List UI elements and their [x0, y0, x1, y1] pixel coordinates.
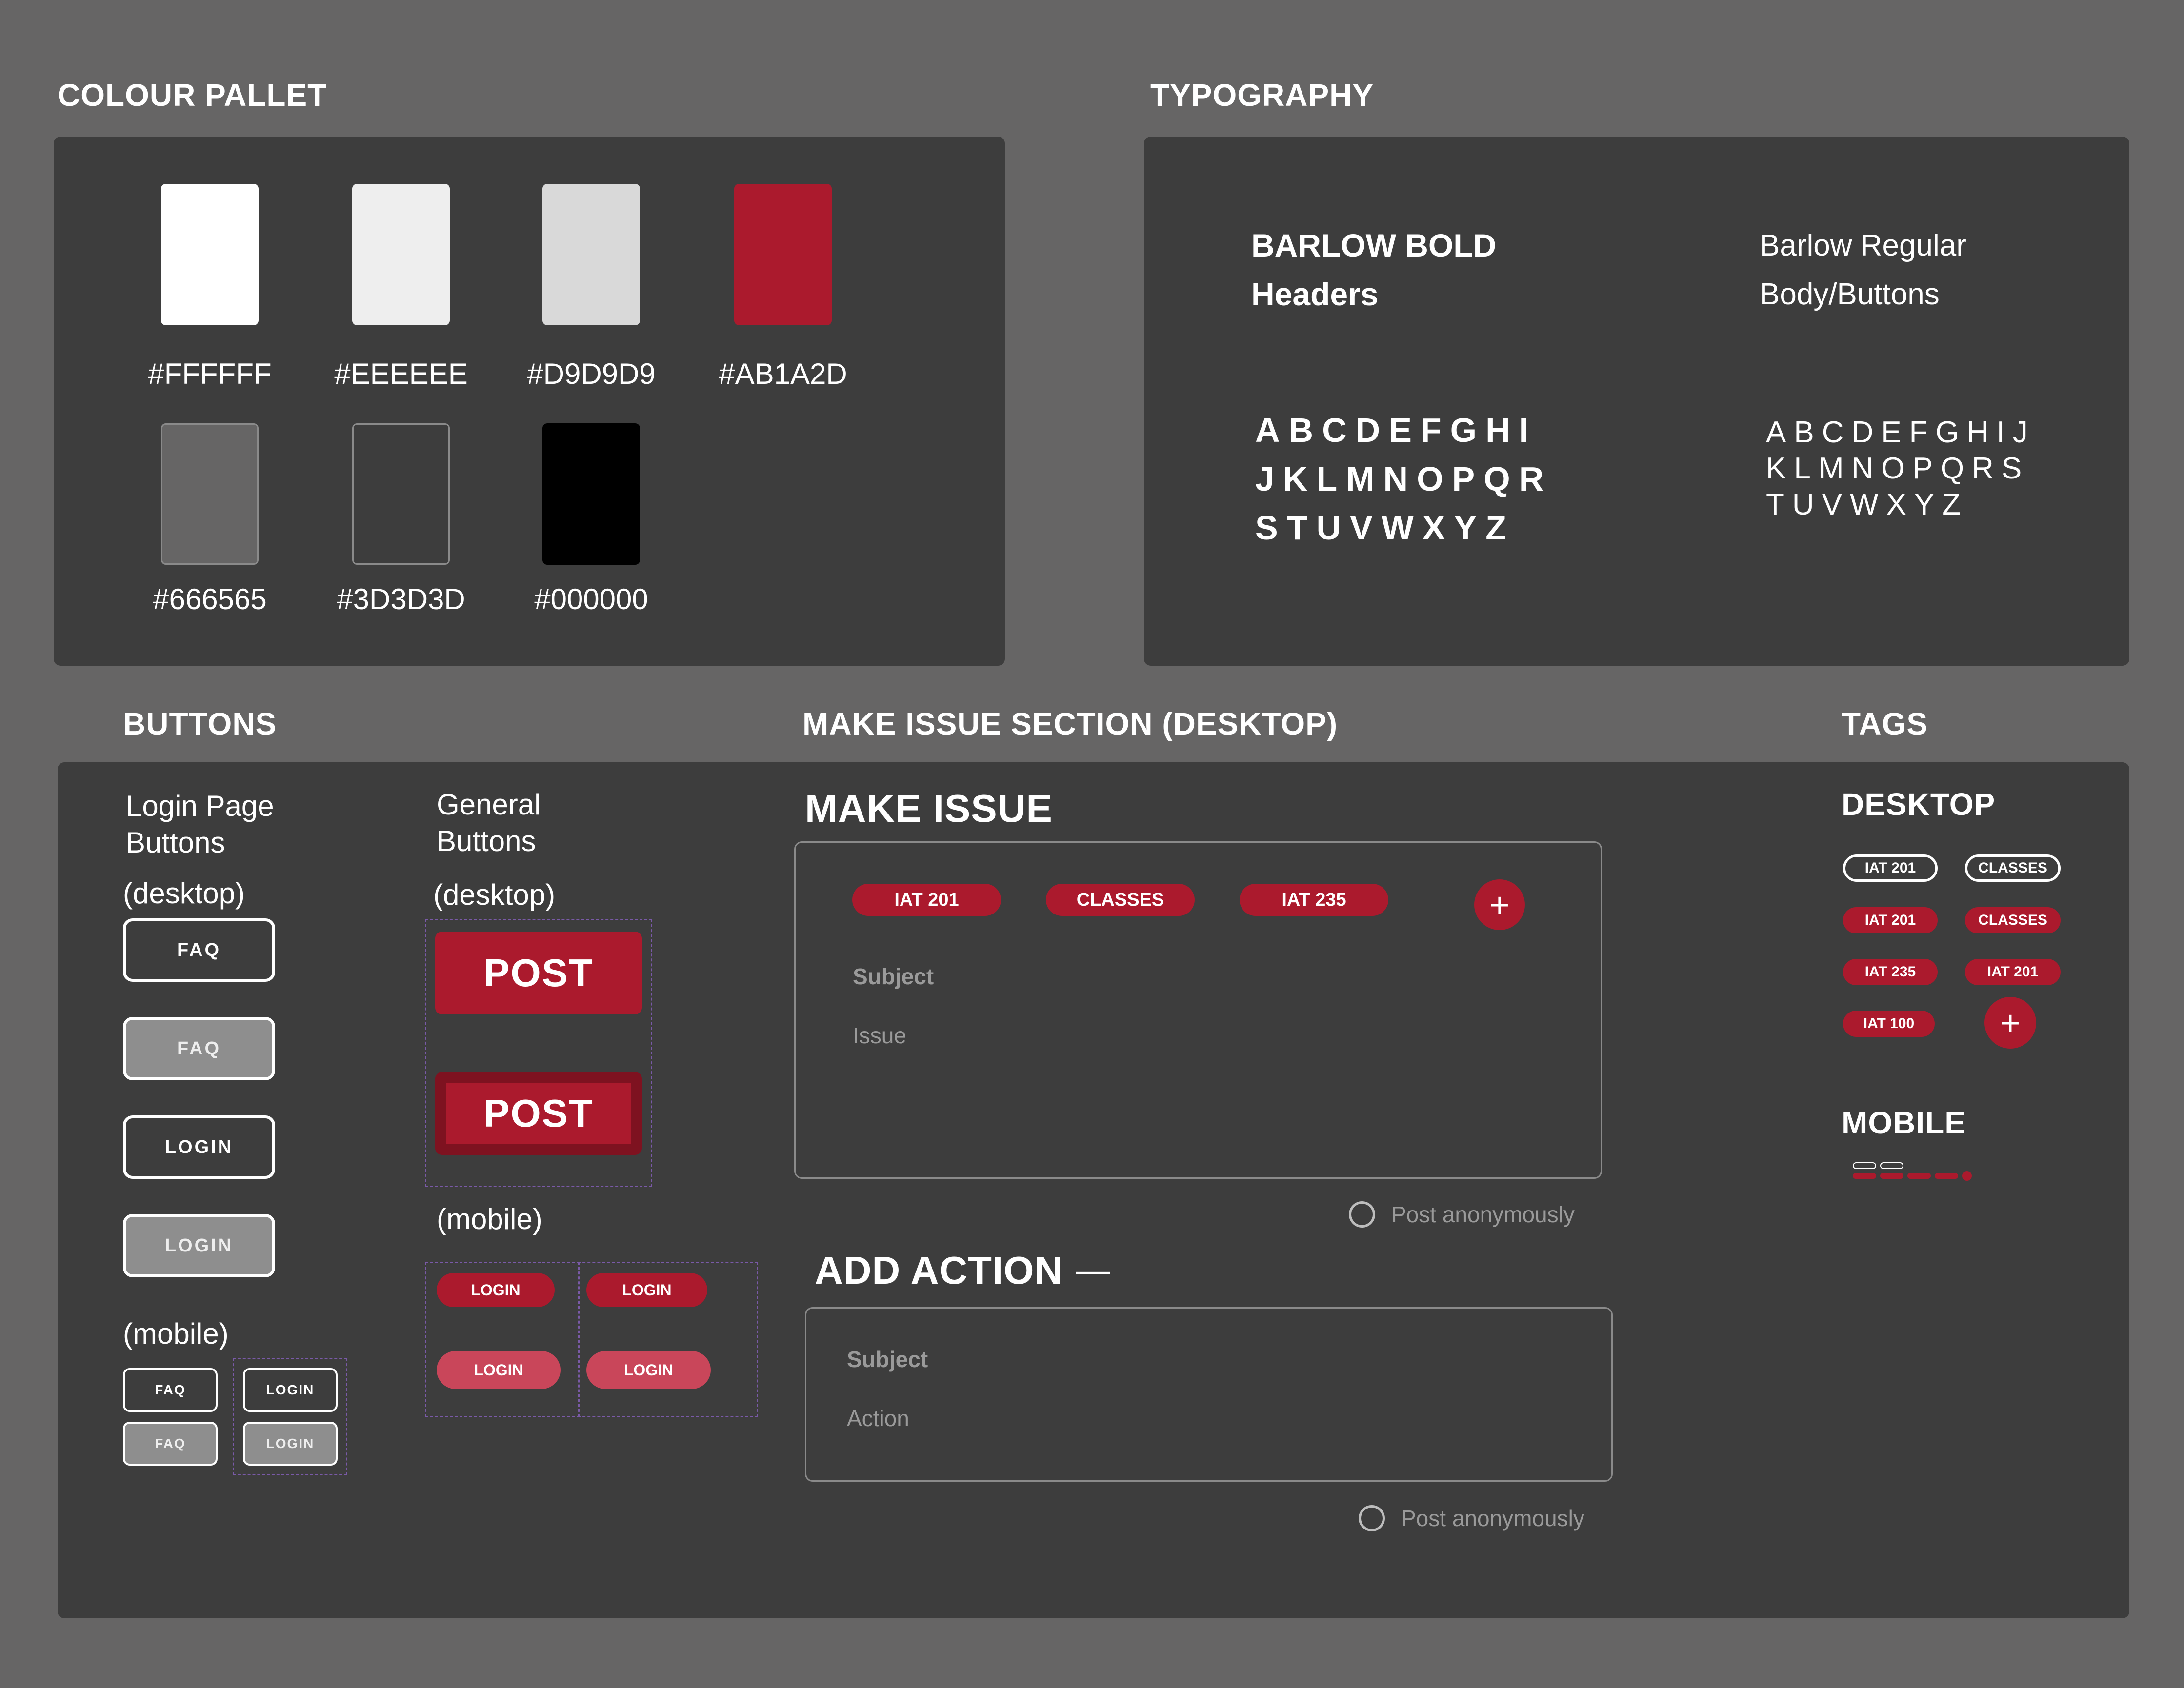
swatch-eeeeee	[352, 184, 450, 325]
post-anonymously-label: Post anonymously	[1401, 1506, 1584, 1531]
login-button[interactable]: LOGIN	[123, 1115, 275, 1179]
collapse-minus-icon[interactable]: —	[1076, 1251, 1110, 1290]
bold-alphabet-line: ABCDEFGHI	[1255, 411, 1538, 449]
make-issue-heading: MAKE ISSUE	[805, 787, 1053, 830]
action-subject-label: Subject	[847, 1347, 928, 1372]
faq-button-pressed[interactable]: FAQ	[123, 1017, 275, 1080]
regular-font-use: Body/Buttons	[1760, 278, 1940, 311]
tag-classes[interactable]: CLASSES	[1046, 884, 1195, 916]
tag-iat-201[interactable]: IAT 201	[852, 884, 1001, 916]
swatch-d9d9d9	[542, 184, 640, 325]
swatch-label: #000000	[534, 583, 648, 616]
tags-title: TAGS	[1842, 706, 1928, 741]
mobile-plus-icon	[1962, 1171, 1972, 1181]
login-button-pressed[interactable]: LOGIN	[123, 1214, 275, 1277]
faq-button[interactable]: FAQ	[123, 918, 275, 982]
tag-iat-235[interactable]: IAT 235	[1240, 884, 1388, 916]
typography-panel: BARLOW BOLD Headers Barlow Regular Body/…	[1144, 137, 2129, 666]
bold-font-name: BARLOW BOLD	[1251, 227, 1497, 263]
mobile-tag-red	[1880, 1173, 1903, 1179]
regular-font-name: Barlow Regular	[1760, 229, 1966, 262]
add-tag-plus-icon[interactable]: +	[1474, 879, 1525, 930]
tag-outline[interactable]: CLASSES	[1965, 854, 2061, 882]
general-buttons-heading: General	[437, 788, 541, 821]
mobile-tag-red	[1907, 1173, 1931, 1179]
tag-red[interactable]: IAT 201	[1965, 959, 2061, 985]
faq-button-mobile[interactable]: FAQ	[123, 1368, 218, 1412]
mobile-label: (mobile)	[437, 1203, 542, 1235]
tags-desktop-heading: DESKTOP	[1842, 787, 1996, 822]
colour-pallet-title: COLOUR PALLET	[58, 78, 327, 113]
mobile-tags-preview	[1853, 1162, 1980, 1181]
login-button-mobile-pressed[interactable]: LOGIN	[243, 1422, 338, 1466]
swatch-red	[734, 184, 832, 325]
bold-font-use: Headers	[1251, 276, 1379, 312]
login-buttons-heading: Login Page	[126, 790, 274, 822]
swatch-666565	[161, 423, 259, 565]
mobile-tag-outline	[1853, 1162, 1876, 1169]
tag-red[interactable]: IAT 235	[1843, 959, 1938, 985]
login-button-mobile-hover[interactable]: LOGIN	[586, 1351, 711, 1389]
action-input[interactable]: Action	[847, 1405, 909, 1431]
swatch-black	[542, 423, 640, 565]
swatch-label: #AB1A2D	[719, 357, 847, 390]
post-button-pressed[interactable]: POST	[435, 1072, 642, 1155]
issue-input[interactable]: Issue	[853, 1022, 906, 1049]
typography-title: TYPOGRAPHY	[1150, 78, 1374, 113]
desktop-label: (desktop)	[123, 877, 245, 910]
swatch-label: #FFFFFF	[148, 357, 272, 390]
mobile-label: (mobile)	[123, 1317, 229, 1350]
bold-alphabet-line: STUVWXYZ	[1255, 509, 1515, 547]
action-form	[805, 1307, 1613, 1482]
buttons-title: BUTTONS	[123, 706, 277, 741]
post-anonymously-radio[interactable]	[1359, 1505, 1385, 1531]
make-issue-section-title: MAKE ISSUE SECTION (DESKTOP)	[802, 706, 1338, 741]
mobile-tag-red	[1853, 1173, 1876, 1179]
post-anonymously-label: Post anonymously	[1391, 1202, 1575, 1227]
regular-alphabet-line: KLMNOPQRS	[1766, 452, 2030, 485]
tag-red[interactable]: IAT 100	[1843, 1011, 1935, 1037]
swatch-label: #3D3D3D	[337, 583, 465, 616]
swatch-3d3d3d	[352, 423, 450, 565]
tags-mobile-heading: MOBILE	[1842, 1105, 1966, 1140]
swatch-white	[161, 184, 259, 325]
general-buttons-heading: Buttons	[437, 825, 536, 857]
login-button-mobile-red[interactable]: LOGIN	[586, 1273, 707, 1307]
regular-alphabet-line: TUVWXYZ	[1766, 488, 1969, 521]
tag-outline[interactable]: IAT 201	[1843, 854, 1938, 882]
add-tag-plus-icon[interactable]: +	[1984, 997, 2036, 1049]
colour-pallet-panel: #FFFFFF #EEEEEE #D9D9D9 #AB1A2D #666565 …	[54, 137, 1005, 666]
issue-subject-label: Subject	[853, 964, 934, 989]
swatch-label: #EEEEEE	[334, 357, 468, 390]
faq-button-mobile-pressed[interactable]: FAQ	[123, 1422, 218, 1466]
swatch-label: #D9D9D9	[527, 357, 656, 390]
add-action-heading: ADD ACTION	[815, 1249, 1063, 1292]
regular-alphabet-line: ABCDEFGHIJ	[1766, 416, 2036, 449]
mobile-tag-red	[1935, 1173, 1958, 1179]
desktop-label: (desktop)	[433, 878, 556, 911]
tag-red[interactable]: CLASSES	[1965, 907, 2061, 933]
mobile-tag-outline	[1880, 1162, 1903, 1169]
login-button-mobile[interactable]: LOGIN	[243, 1368, 338, 1412]
post-button[interactable]: POST	[435, 932, 642, 1014]
swatch-label: #666565	[153, 583, 267, 616]
post-anonymously-radio[interactable]	[1349, 1201, 1375, 1228]
login-button-mobile-red[interactable]: LOGIN	[437, 1273, 555, 1307]
login-buttons-heading: Buttons	[126, 826, 225, 859]
tag-red[interactable]: IAT 201	[1843, 907, 1938, 933]
login-button-mobile-hover[interactable]: LOGIN	[437, 1351, 561, 1389]
bold-alphabet-line: JKLMNOPQR	[1255, 460, 1553, 498]
